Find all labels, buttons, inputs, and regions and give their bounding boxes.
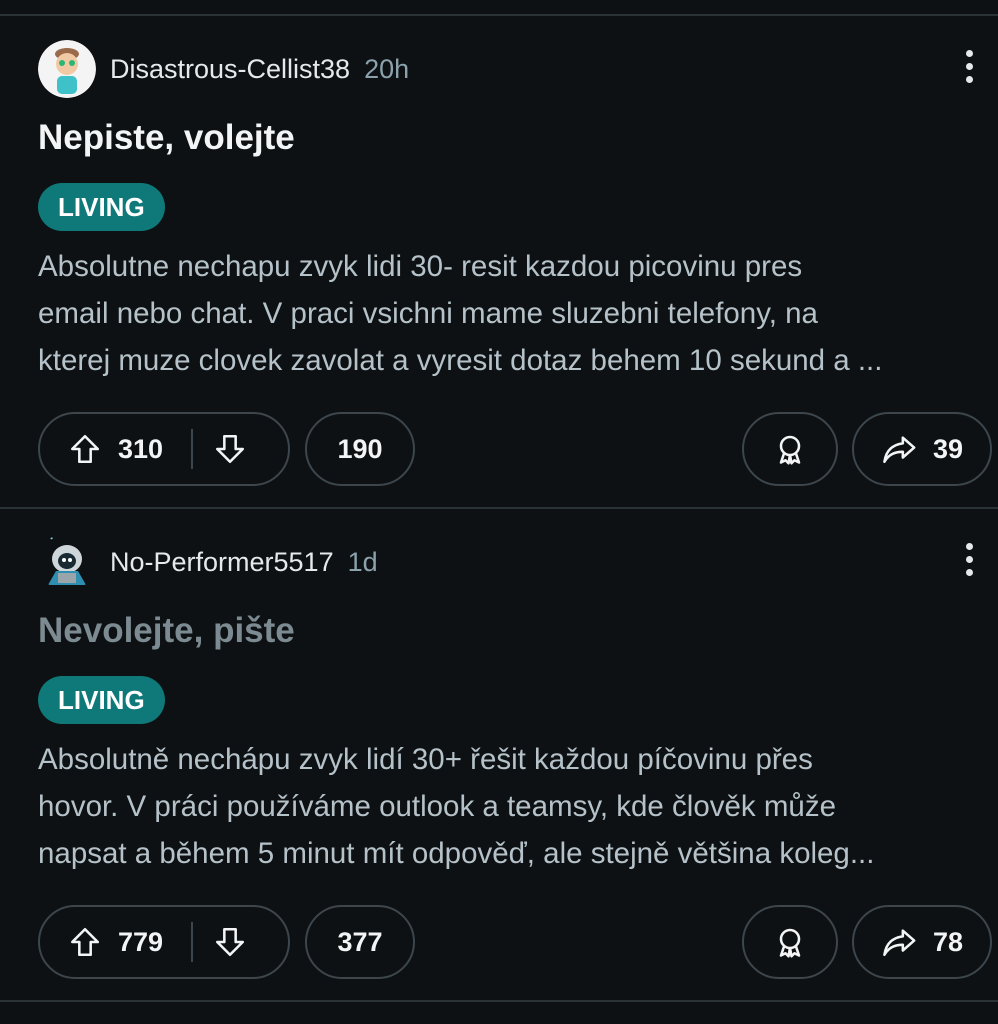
body-line: Absolutně nechápu zvyk lidí 30+ řešit ka… — [38, 743, 813, 776]
upvote-count: 310 — [118, 433, 164, 464]
comment-count: 190 — [337, 433, 383, 464]
flair-badge[interactable]: LIVING — [38, 183, 165, 231]
author-name[interactable]: Disastrous-Cellist38 — [110, 54, 350, 85]
share-count: 39 — [932, 433, 964, 464]
avatar[interactable] — [38, 40, 96, 98]
comments-button[interactable]: 377 — [305, 905, 415, 979]
avatar[interactable] — [38, 533, 96, 591]
body-line: napsat a během 5 minut mít odpověď, ale … — [38, 837, 875, 870]
post-card[interactable]: Disastrous-Cellist38 20h Nepiste, volejt… — [0, 16, 998, 506]
share-icon — [881, 432, 919, 466]
post-title[interactable]: Nevolejte, pište — [38, 611, 295, 651]
post-meta: No-Performer5517 1d — [110, 547, 378, 578]
vote-bar: 779 — [38, 905, 290, 979]
upvote-icon[interactable] — [68, 432, 102, 466]
post-card[interactable]: No-Performer5517 1d Nevolejte, pište LIV… — [0, 509, 998, 999]
award-button[interactable] — [742, 905, 838, 979]
downvote-icon[interactable] — [213, 432, 247, 466]
body-line: email nebo chat. V praci vsichni mame sl… — [38, 297, 818, 330]
comment-count: 377 — [337, 926, 383, 957]
body-line: hovor. V práci používáme outlook a teams… — [38, 790, 836, 823]
upvote-count: 779 — [118, 926, 164, 957]
post-meta: Disastrous-Cellist38 20h — [110, 54, 409, 85]
share-button[interactable]: 39 — [852, 412, 992, 486]
vote-separator — [191, 922, 194, 962]
award-button[interactable] — [742, 412, 838, 486]
body-line: kterej muze clovek zavolat a vyresit dot… — [38, 344, 883, 377]
bottom-divider — [0, 1000, 998, 1002]
author-name[interactable]: No-Performer5517 — [110, 547, 334, 578]
upvote-icon[interactable] — [68, 925, 102, 959]
flair-badge[interactable]: LIVING — [38, 676, 165, 724]
more-options-icon[interactable] — [958, 543, 980, 583]
share-count: 78 — [932, 926, 964, 957]
post-body[interactable]: Absolutne nechapu zvyk lidi 30- resit ka… — [38, 243, 988, 384]
award-icon — [772, 431, 808, 467]
vote-separator — [191, 429, 194, 469]
share-icon — [881, 925, 919, 959]
post-title[interactable]: Nepiste, volejte — [38, 118, 295, 158]
award-icon — [772, 924, 808, 960]
vote-bar: 310 — [38, 412, 290, 486]
post-body[interactable]: Absolutně nechápu zvyk lidí 30+ řešit ka… — [38, 736, 988, 877]
downvote-icon[interactable] — [213, 925, 247, 959]
post-time: 1d — [347, 547, 378, 577]
comments-button[interactable]: 190 — [305, 412, 415, 486]
body-line: Absolutne nechapu zvyk lidi 30- resit ka… — [38, 250, 803, 283]
more-options-icon[interactable] — [958, 50, 980, 90]
post-time: 20h — [364, 54, 410, 84]
share-button[interactable]: 78 — [852, 905, 992, 979]
